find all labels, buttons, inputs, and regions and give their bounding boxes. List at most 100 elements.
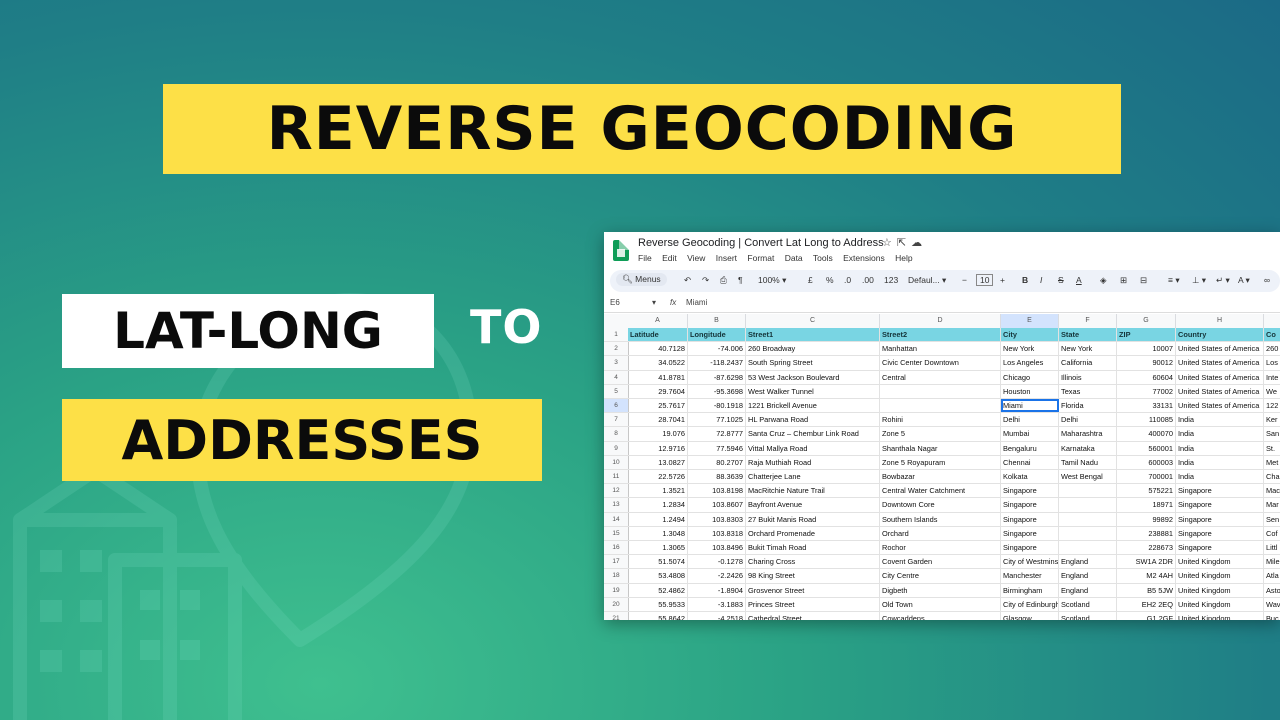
menu-file[interactable]: File [638,253,652,263]
table-cell[interactable]: India [1176,455,1264,469]
table-cell[interactable]: Rochor [880,541,1001,555]
table-cell[interactable]: 72.8777 [688,427,746,441]
table-cell[interactable]: Ker [1264,413,1280,426]
table-cell[interactable]: 41.8781 [628,370,688,384]
row-number[interactable]: 9 [604,441,629,455]
table-cell[interactable]: Los Angeles [1001,356,1059,370]
header-cell[interactable]: ZIP [1117,328,1176,342]
table-cell[interactable]: Singapore [1176,526,1264,540]
table-cell[interactable]: Vittal Mallya Road [746,441,880,455]
table-cell[interactable]: West Bengal [1059,470,1117,484]
column-header-f[interactable]: F [1059,314,1117,328]
table-cell[interactable]: G1 2GF [1117,612,1176,620]
column-header-d[interactable]: D [880,314,1001,328]
table-cell[interactable]: MacRitchie Nature Trail [746,484,880,498]
table-cell[interactable]: Orchard Promenade [746,526,880,540]
table-cell[interactable]: Singapore [1001,541,1059,555]
table-cell[interactable]: 1.2494 [628,512,688,526]
table-cell[interactable]: Shanthala Nagar [880,441,1001,455]
row-number[interactable]: 14 [604,512,629,526]
table-cell[interactable]: United States of America [1176,399,1264,413]
table-cell[interactable]: 60604 [1117,370,1176,384]
table-cell[interactable]: Inte [1264,371,1280,384]
row-number[interactable]: 16 [604,541,629,555]
table-cell[interactable]: India [1176,413,1264,427]
row-number[interactable]: 2 [604,342,629,356]
merge-cells-icon[interactable]: ⊟ [1140,275,1147,286]
table-cell[interactable] [1059,484,1117,498]
row-number[interactable]: 15 [604,526,629,540]
table-cell[interactable]: 13.0827 [628,455,688,469]
star-icon[interactable]: ☆ [882,237,897,249]
table-cell[interactable]: 90012 [1117,356,1176,370]
row-number[interactable]: 17 [604,555,629,569]
table-cell[interactable]: 103.8496 [688,541,746,555]
italic-button[interactable]: I [1040,275,1042,285]
wrap-icon[interactable]: ↵ ▾ [1216,275,1230,286]
table-cell[interactable]: Los [1264,356,1280,369]
table-cell[interactable]: 238881 [1117,526,1176,540]
table-cell[interactable]: Singapore [1176,541,1264,555]
font-size-decrease-icon[interactable]: − [962,275,967,285]
search-menus-button[interactable]: 🔍︎ Menus [616,273,667,286]
header-cell[interactable]: Co [1264,328,1280,342]
row-number[interactable]: 7 [604,413,629,427]
table-cell[interactable]: Mile [1264,555,1280,568]
currency-button[interactable]: £ [808,275,813,285]
table-cell[interactable]: Maharashtra [1059,427,1117,441]
borders-icon[interactable]: ⊞ [1120,275,1127,286]
row-number[interactable]: 13 [604,498,629,512]
percent-button[interactable]: % [826,275,834,285]
table-cell[interactable]: -95.3698 [688,384,746,398]
table-cell[interactable] [1059,498,1117,512]
row-number[interactable]: 21 [604,612,629,620]
row-number[interactable]: 3 [604,356,629,370]
table-cell[interactable]: 40.7128 [628,342,688,356]
table-cell[interactable]: Central [880,370,1001,384]
row-number[interactable]: 19 [604,583,629,597]
zoom-select[interactable]: 100% ▾ [758,275,786,286]
table-cell[interactable]: HL Parwana Road [746,413,880,427]
row-number[interactable]: 11 [604,470,629,484]
table-cell[interactable]: United States of America [1176,370,1264,384]
table-cell[interactable]: New York [1059,342,1117,356]
table-cell[interactable]: SW1A 2DR [1117,555,1176,569]
header-cell[interactable]: State [1059,328,1117,342]
table-cell[interactable]: Atla [1264,569,1280,582]
table-cell[interactable]: City of Edinburgh [1001,597,1059,611]
row-number[interactable]: 20 [604,597,629,611]
table-cell[interactable] [1059,541,1117,555]
header-cell[interactable]: Longitude [688,328,746,342]
text-color-button[interactable]: A [1076,275,1082,285]
table-cell[interactable]: United Kingdom [1176,569,1264,583]
bold-button[interactable]: B [1022,275,1028,285]
table-cell[interactable]: Singapore [1176,512,1264,526]
table-cell[interactable]: England [1059,583,1117,597]
column-header-i[interactable]: I [1264,314,1280,328]
table-cell[interactable]: Glasgow [1001,612,1059,620]
sheets-logo-icon[interactable] [613,240,629,261]
menu-format[interactable]: Format [747,253,774,263]
table-cell[interactable]: 25.7617 [628,399,688,413]
row-number[interactable]: 4 [604,370,629,384]
column-header-h[interactable]: H [1176,314,1264,328]
move-icon[interactable]: ⇱ [897,237,911,249]
table-cell[interactable]: City Centre [880,569,1001,583]
table-cell[interactable]: Zone 5 [880,427,1001,441]
table-cell[interactable]: California [1059,356,1117,370]
table-cell[interactable]: 260 Broadway [746,342,880,356]
table-cell[interactable]: Bayfront Avenue [746,498,880,512]
table-cell[interactable]: Zone 5 Royapuram [880,455,1001,469]
table-cell[interactable]: 1.2834 [628,498,688,512]
table-cell[interactable]: Grosvenor Street [746,583,880,597]
table-cell[interactable]: Miami [1001,399,1059,413]
table-cell[interactable]: 1221 Brickell Avenue [746,399,880,413]
table-cell[interactable]: M2 4AH [1117,569,1176,583]
table-cell[interactable]: -80.1918 [688,399,746,413]
table-cell[interactable]: 98 King Street [746,569,880,583]
table-cell[interactable]: 103.8303 [688,512,746,526]
table-cell[interactable]: United States of America [1176,342,1264,356]
table-cell[interactable]: 228673 [1117,541,1176,555]
table-cell[interactable]: 1.3521 [628,484,688,498]
table-cell[interactable]: 110085 [1117,413,1176,427]
